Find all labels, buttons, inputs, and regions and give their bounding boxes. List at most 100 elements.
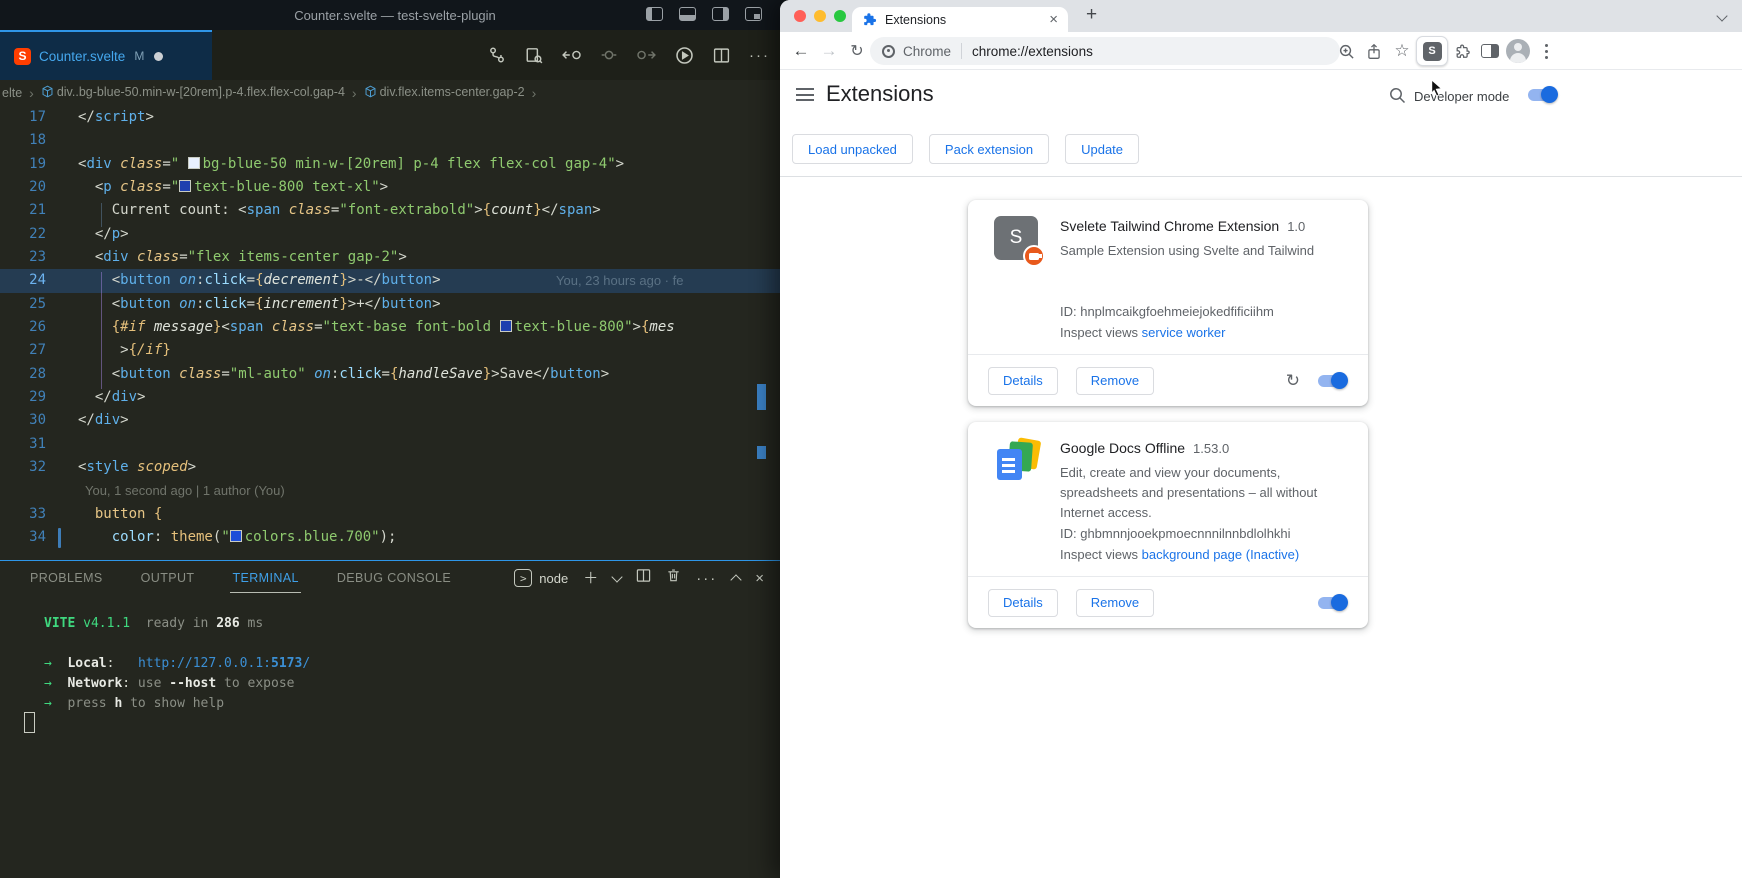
code-line[interactable]: 23 <div class="flex items-center gap-2"> <box>0 246 790 269</box>
terminal-line: → Network: use --host to expose <box>44 674 310 694</box>
nav-back-icon[interactable] <box>562 46 582 64</box>
side-panel-icon[interactable] <box>1476 32 1504 70</box>
inspect-views-label: Inspect views <box>1060 325 1142 340</box>
code-line[interactable]: 22 </p> <box>0 223 790 246</box>
source-control-graph-icon[interactable] <box>488 46 506 64</box>
details-button[interactable]: Details <box>988 589 1058 617</box>
bookmark-star-icon[interactable]: ☆ <box>1388 32 1416 70</box>
close-tab-icon[interactable]: × <box>1049 12 1058 27</box>
inspect-views: Inspect views background page (Inactive) <box>1060 547 1299 562</box>
search-icon[interactable] <box>1388 86 1406 109</box>
panel-more-icon[interactable]: ··· <box>696 570 717 587</box>
extension-enabled-toggle[interactable] <box>1318 594 1348 611</box>
line-number: 33 <box>0 503 56 526</box>
tab-counter-svelte[interactable]: S Counter.svelte M <box>0 30 212 80</box>
breadcrumb-file[interactable]: elte <box>2 86 22 100</box>
split-terminal-icon[interactable] <box>636 568 651 588</box>
code-line[interactable]: 34 color: theme("colors.blue.700"); <box>0 526 790 549</box>
code-line[interactable]: 24 <button on:click={decrement}>-</butto… <box>0 269 790 292</box>
code-line[interactable]: 25 <button on:click={increment}>+</butto… <box>0 293 790 316</box>
back-icon[interactable]: ← <box>788 32 814 70</box>
code-line[interactable]: 18 <box>0 129 790 152</box>
split-editor-icon[interactable] <box>713 47 730 64</box>
extensions-puzzle-icon[interactable] <box>1448 32 1476 70</box>
new-tab-icon[interactable]: + <box>1086 4 1097 26</box>
chrome-menu-icon[interactable] <box>1532 32 1560 70</box>
code-editor[interactable]: 17</script>1819<div class=" bg-blue-50 m… <box>0 106 790 560</box>
panel-tab-debug-console[interactable]: DEBUG CONSOLE <box>335 564 453 592</box>
customize-layout-icon[interactable] <box>745 7 762 21</box>
nav-point-icon[interactable] <box>601 46 617 64</box>
svelte-icon: S <box>14 48 31 65</box>
breadcrumb-symbol-2[interactable]: div.flex.items-center.gap-2 <box>364 85 525 101</box>
line-number: 18 <box>0 129 56 152</box>
extension-id: ID: hnplmcaikgfoehmeiejokedfificiihm <box>1060 304 1274 319</box>
terminal-dropdown-icon[interactable] <box>612 571 623 582</box>
zoom-icon[interactable] <box>1332 32 1360 70</box>
remove-button[interactable]: Remove <box>1076 589 1154 617</box>
address-bar[interactable]: Chrome chrome://extensions <box>870 37 1340 65</box>
code-line[interactable]: You, 1 second ago | 1 author (You) <box>0 479 790 502</box>
extension-enabled-toggle[interactable] <box>1318 372 1348 389</box>
toggle-panel-icon[interactable] <box>679 7 696 21</box>
code-line[interactable]: 32<style scoped> <box>0 456 790 479</box>
vscode-window: Counter.svelte — test-svelte-plugin S Co… <box>0 0 790 878</box>
load-unpacked-button[interactable]: Load unpacked <box>792 134 913 164</box>
update-button[interactable]: Update <box>1065 134 1139 164</box>
toggle-secondary-sidebar-icon[interactable] <box>712 7 729 21</box>
tab-list-chevron-icon[interactable] <box>1716 10 1727 21</box>
tab-extensions[interactable]: Extensions × <box>852 7 1068 32</box>
code-line[interactable]: 33 button { <box>0 503 790 526</box>
nav-forward-icon[interactable] <box>636 46 656 64</box>
tab-title: Extensions <box>885 13 1049 27</box>
line-number: 31 <box>0 433 56 456</box>
line-number: 26 <box>0 316 56 339</box>
open-preview-icon[interactable] <box>525 46 543 64</box>
more-actions-icon[interactable]: ··· <box>749 47 770 64</box>
developer-mode-toggle[interactable] <box>1528 86 1558 103</box>
panel-tabs: PROBLEMS OUTPUT TERMINAL DEBUG CONSOLE <box>28 561 453 595</box>
inspect-views-link[interactable]: service worker <box>1142 325 1226 340</box>
panel-tab-problems[interactable]: PROBLEMS <box>28 564 105 592</box>
terminal-instance[interactable]: > node <box>514 569 568 587</box>
code-line[interactable]: 30</div> <box>0 409 790 432</box>
new-terminal-icon[interactable]: ＋ <box>583 571 598 586</box>
pinned-extension-button[interactable]: S <box>1416 36 1448 66</box>
details-button[interactable]: Details <box>988 367 1058 395</box>
panel-tab-terminal[interactable]: TERMINAL <box>230 564 300 593</box>
close-window-light[interactable] <box>794 10 806 22</box>
kill-terminal-icon[interactable] <box>666 568 681 588</box>
terminal-output[interactable]: VITE v4.1.1 ready in 286 ms→ Local: http… <box>44 614 310 714</box>
code-line[interactable]: 31 <box>0 433 790 456</box>
code-line[interactable]: 20 <p class="text-blue-800 text-xl"> <box>0 176 790 199</box>
reload-icon[interactable]: ↻ <box>844 32 870 70</box>
minimize-window-light[interactable] <box>814 10 826 22</box>
profile-avatar[interactable] <box>1504 32 1532 70</box>
code-line[interactable]: 27 >{/if} <box>0 339 790 362</box>
run-icon[interactable] <box>675 46 694 65</box>
code-line[interactable]: 17</script> <box>0 106 790 129</box>
extension-description: Edit, create and view your documents, sp… <box>1060 463 1356 523</box>
toggle-sidebar-icon[interactable] <box>646 7 663 21</box>
panel-tab-output[interactable]: OUTPUT <box>139 564 197 592</box>
code-line[interactable]: 28 <button class="ml-auto" on:click={han… <box>0 363 790 386</box>
window-title: Counter.svelte — test-svelte-plugin <box>294 8 496 23</box>
code-line[interactable]: 19<div class=" bg-blue-50 min-w-[20rem] … <box>0 153 790 176</box>
remove-button[interactable]: Remove <box>1076 367 1154 395</box>
close-panel-icon[interactable]: × <box>755 571 764 586</box>
reload-extension-icon[interactable]: ↻ <box>1286 371 1300 391</box>
panel-toolbar: > node ＋ ··· × <box>514 561 764 595</box>
maximize-panel-icon[interactable] <box>731 574 742 585</box>
share-icon[interactable] <box>1360 32 1388 70</box>
code-line[interactable]: 21 Current count: <span class="font-extr… <box>0 199 790 222</box>
inspect-views: Inspect views service worker <box>1060 325 1225 340</box>
menu-hamburger-icon[interactable] <box>796 88 814 101</box>
zoom-window-light[interactable] <box>834 10 846 22</box>
pack-extension-button[interactable]: Pack extension <box>929 134 1049 164</box>
code-line[interactable]: 29 </div> <box>0 386 790 409</box>
breadcrumb-symbol-1[interactable]: div..bg-blue-50.min-w-[20rem].p-4.flex.f… <box>41 85 345 101</box>
code-line[interactable]: 26 {#if message}<span class="text-base f… <box>0 316 790 339</box>
forward-icon[interactable]: → <box>816 32 842 70</box>
inspect-views-link[interactable]: background page (Inactive) <box>1142 547 1300 562</box>
line-number: 21 <box>0 199 56 222</box>
